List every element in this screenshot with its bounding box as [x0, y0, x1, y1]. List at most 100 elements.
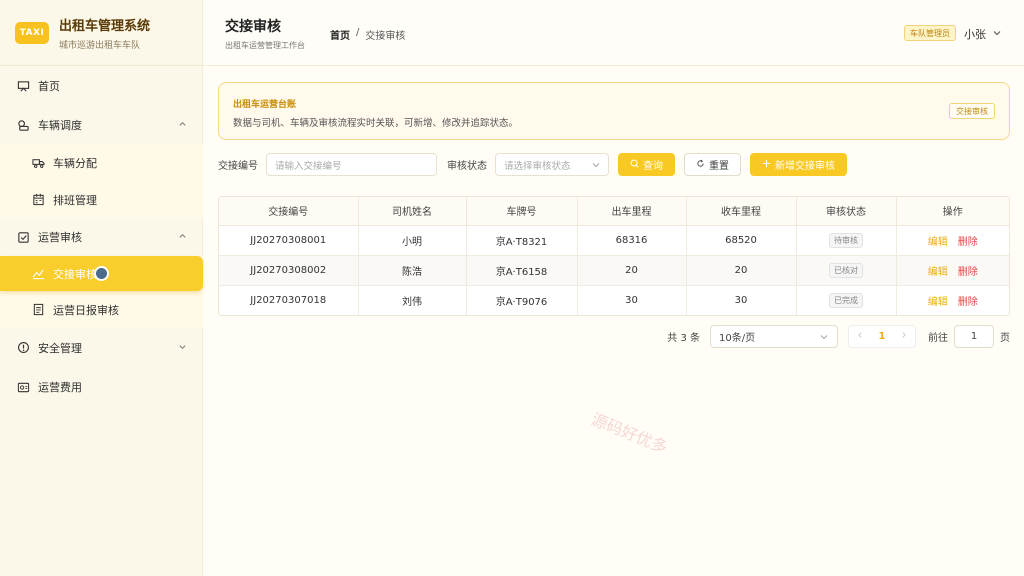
sidebar-item-label: 车辆调度	[38, 119, 82, 132]
edit-link[interactable]: 编辑	[928, 237, 948, 248]
prev-page-icon[interactable]	[856, 331, 864, 342]
status-badge: 已完成	[829, 292, 863, 308]
table-row: JJ20270308001 小明 京A·T8321 68316 68520 待审…	[219, 225, 1009, 256]
cell-status: 待审核	[796, 225, 897, 256]
code-input[interactable]: 请输入交接编号	[266, 153, 437, 176]
sidebar-item-home[interactable]: 首页	[0, 66, 203, 106]
breadcrumb-separator: /	[356, 27, 360, 38]
dispatch-icon	[16, 118, 30, 132]
search-form: 交接编号 请输入交接编号 审核状态 请选择审核状态 查询 重置 新增交接审核	[218, 153, 847, 176]
refresh-icon	[696, 159, 705, 171]
page-number[interactable]: 1	[879, 331, 886, 342]
taxi-logo: TAXI	[15, 21, 49, 44]
cell-code: JJ20270308001	[219, 225, 359, 256]
breadcrumb-home[interactable]: 首页	[330, 27, 350, 42]
truck-icon	[31, 156, 45, 170]
brand: TAXI 出租车管理系统 城市巡游出租车车队	[0, 0, 202, 66]
sidebar-item-operation-fees[interactable]: 运营费用	[0, 367, 203, 407]
chevron-down-icon	[591, 160, 601, 173]
column-header: 审核状态	[796, 197, 897, 226]
alert-icon	[16, 341, 30, 355]
sidebar-submenu-audit: 交接审核 运营日报审核	[0, 256, 203, 328]
page-size-select[interactable]: 10条/页	[710, 325, 838, 348]
user-name: 小张	[964, 28, 986, 41]
cell-plate: 京A·T9076	[466, 285, 578, 315]
column-header: 交接编号	[219, 197, 359, 226]
status-label: 审核状态	[447, 161, 487, 172]
cell-actions: 编辑 删除	[896, 255, 1009, 286]
breadcrumb-current: 交接审核	[365, 31, 406, 42]
sidebar-item-label: 运营审核	[38, 231, 82, 244]
sidebar-item-safety[interactable]: 安全管理	[0, 328, 203, 367]
cell-status: 已核对	[796, 255, 897, 286]
edit-link[interactable]: 编辑	[928, 297, 948, 308]
cell-driver: 陈浩	[358, 255, 467, 286]
page-nav: 1	[848, 325, 916, 348]
cell-code: JJ20270308002	[219, 255, 359, 286]
code-placeholder: 请输入交接编号	[275, 160, 342, 172]
cell-driver: 小明	[358, 225, 467, 256]
goto-label: 前往	[928, 333, 948, 344]
sidebar-item-handover-audit[interactable]: 交接审核	[0, 256, 203, 291]
reset-button[interactable]: 重置	[684, 153, 741, 176]
info-card-tag: 交接审核	[949, 103, 995, 119]
delete-link[interactable]: 删除	[958, 237, 978, 248]
column-header: 操作	[896, 197, 1009, 226]
handover-table: 交接编号 司机姓名 车牌号 出车里程 收车里程 审核状态 操作 JJ202703…	[218, 196, 1010, 316]
page-subtitle: 出租车运营管理工作台	[225, 41, 305, 50]
page-size-value: 10条/页	[719, 333, 756, 344]
cell-plate: 京A·T8321	[466, 225, 578, 256]
sidebar-item-label: 排班管理	[53, 193, 97, 207]
cell-out-mileage: 30	[577, 285, 687, 315]
sidebar-item-operation-audit[interactable]: 运营审核	[0, 218, 203, 256]
table-row: JJ20270307018 刘伟 京A·T9076 30 30 已完成 编辑 删除	[219, 285, 1009, 315]
sidebar: TAXI 出租车管理系统 城市巡游出租车车队 首页 车辆调度 车辆分配 排班管理…	[0, 0, 203, 576]
cell-code: JJ20270307018	[219, 285, 359, 315]
sidebar-item-vehicle-assign[interactable]: 车辆分配	[0, 144, 203, 181]
status-select[interactable]: 请选择审核状态	[495, 153, 609, 176]
status-badge: 待审核	[829, 232, 863, 248]
cursor-indicator	[94, 266, 109, 281]
query-button[interactable]: 查询	[618, 153, 675, 176]
watermark: 源码好优多	[588, 409, 671, 458]
add-label: 新增交接审核	[775, 161, 835, 172]
dashboard-icon	[16, 79, 30, 93]
cell-in-mileage: 20	[686, 255, 797, 286]
column-header: 收车里程	[686, 197, 797, 226]
goto-suffix: 页	[1000, 333, 1010, 344]
table-header-row: 交接编号 司机姓名 车牌号 出车里程 收车里程 审核状态 操作	[219, 197, 1009, 226]
delete-link[interactable]: 删除	[958, 267, 978, 278]
column-header: 出车里程	[577, 197, 687, 226]
chevron-down-icon	[178, 341, 187, 354]
status-placeholder: 请选择审核状态	[504, 160, 571, 172]
sidebar-item-label: 安全管理	[38, 341, 82, 355]
table-row: JJ20270308002 陈浩 京A·T6158 20 20 已核对 编辑 删除	[219, 255, 1009, 286]
sidebar-item-daily-report-audit[interactable]: 运营日报审核	[0, 291, 203, 328]
info-card-title: 出租车运营台账	[233, 100, 297, 110]
delete-link[interactable]: 删除	[958, 297, 978, 308]
page-title: 交接审核	[225, 19, 281, 35]
edit-link[interactable]: 编辑	[928, 267, 948, 278]
chevron-up-icon	[178, 119, 187, 132]
checkbox-icon	[16, 230, 30, 244]
info-card: 出租车运营台账 数据与司机、车辆及审核流程实时关联，可新增、修改并追踪状态。 交…	[218, 82, 1010, 140]
search-icon	[630, 159, 639, 171]
pagination: 共 3 条 10条/页 1 前往 1 页	[667, 325, 1010, 348]
next-page-icon[interactable]	[900, 331, 908, 342]
chevron-up-icon	[178, 231, 187, 244]
cell-status: 已完成	[796, 285, 897, 315]
column-header: 车牌号	[466, 197, 578, 226]
reset-label: 重置	[709, 161, 729, 172]
code-label: 交接编号	[218, 161, 258, 172]
sidebar-item-schedule[interactable]: 排班管理	[0, 181, 203, 218]
sidebar-submenu-dispatch: 车辆分配 排班管理	[0, 144, 203, 218]
column-header: 司机姓名	[358, 197, 467, 226]
user-menu[interactable]: 小张	[964, 26, 1002, 42]
sidebar-item-label: 运营费用	[38, 381, 82, 394]
add-handover-button[interactable]: 新增交接审核	[750, 153, 847, 176]
sidebar-item-vehicle-dispatch[interactable]: 车辆调度	[0, 106, 203, 144]
chevron-down-icon	[819, 332, 829, 345]
sidebar-nav: 首页 车辆调度 车辆分配 排班管理 运营审核 交接审核 运营日报审核 安全管理 …	[0, 66, 203, 407]
total-count: 共 3 条	[667, 333, 700, 344]
goto-page-input[interactable]: 1	[954, 325, 994, 348]
